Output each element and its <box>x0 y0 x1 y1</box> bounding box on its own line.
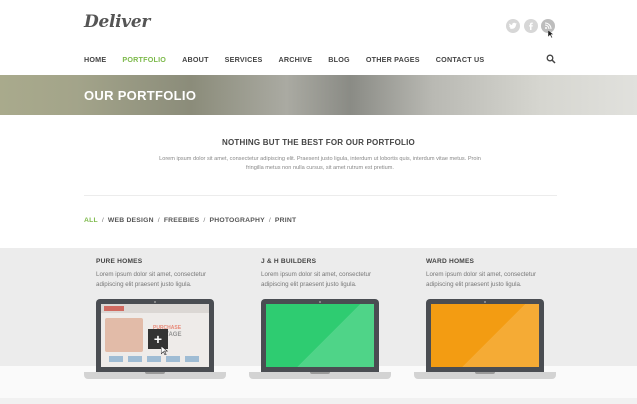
portfolio-item-description: Lorem ipsum dolor sit amet, consectetur … <box>426 271 537 288</box>
page-bottom-border <box>0 398 637 404</box>
facebook-icon[interactable] <box>524 19 538 33</box>
website-preview-screen[interactable]: PURCHASE VANTAGE + <box>101 304 209 367</box>
mouse-cursor-icon <box>548 30 554 38</box>
portfolio-item-title[interactable]: J & H BUILDERS <box>261 258 406 265</box>
portfolio-item-jh-builders[interactable]: J & H BUILDERS Lorem ipsum dolor sit ame… <box>261 258 406 290</box>
laptop-camera <box>154 301 156 303</box>
laptop-notch <box>145 372 165 374</box>
filter-separator: / <box>203 217 206 224</box>
laptop-notch <box>310 372 330 374</box>
filter-photography[interactable]: PHOTOGRAPHY <box>210 217 265 224</box>
filter-print[interactable]: PRINT <box>275 217 296 224</box>
laptop-lid <box>426 299 544 372</box>
nav-item-contact-us[interactable]: CONTACT US <box>436 55 485 64</box>
portfolio-item-title[interactable]: PURE HOMES <box>96 258 241 265</box>
page-title: OUR PORTFOLIO <box>84 88 197 103</box>
nav-item-services[interactable]: SERVICES <box>225 55 263 64</box>
main-nav: HOME PORTFOLIO ABOUT SERVICES ARCHIVE BL… <box>84 55 500 64</box>
portfolio-filters: ALL / WEB DESIGN / FREEBIES / PHOTOGRAPH… <box>84 217 296 224</box>
portfolio-item-title[interactable]: WARD HOMES <box>426 258 571 265</box>
filter-web-design[interactable]: WEB DESIGN <box>108 217 154 224</box>
nav-item-home[interactable]: HOME <box>84 55 106 64</box>
orange-screen[interactable] <box>431 304 539 367</box>
laptop-camera <box>319 301 321 303</box>
nav-item-portfolio[interactable]: PORTFOLIO <box>122 55 166 64</box>
filter-freebies[interactable]: FREEBIES <box>164 217 200 224</box>
twitter-icon[interactable] <box>506 19 520 33</box>
filter-separator: / <box>157 217 160 224</box>
portfolio-item-ward-homes[interactable]: WARD HOMES Lorem ipsum dolor sit amet, c… <box>426 258 571 290</box>
filter-separator: / <box>268 217 271 224</box>
section-divider <box>84 195 557 196</box>
laptop-lid <box>261 299 379 372</box>
laptop-mockup[interactable] <box>249 299 391 381</box>
site-header: Deliver HOME PORTFOLIO ABOUT SERVICES AR… <box>0 0 637 75</box>
filter-all[interactable]: ALL <box>84 217 98 224</box>
nav-item-other-pages[interactable]: OTHER PAGES <box>366 55 420 64</box>
site-logo[interactable]: Deliver <box>84 12 150 32</box>
intro-text: Lorem ipsum dolor sit amet, consectetur … <box>159 156 481 171</box>
laptop-notch <box>475 372 495 374</box>
search-icon[interactable] <box>546 54 556 64</box>
laptop-lid: PURCHASE VANTAGE + <box>96 299 214 372</box>
laptop-mockup[interactable] <box>414 299 556 381</box>
green-screen[interactable] <box>266 304 374 367</box>
hand-cursor-icon <box>161 346 168 355</box>
nav-item-about[interactable]: ABOUT <box>182 55 209 64</box>
portfolio-item-description: Lorem ipsum dolor sit amet, consectetur … <box>261 271 372 288</box>
portfolio-item-pure-homes[interactable]: PURE HOMES Lorem ipsum dolor sit amet, c… <box>96 258 241 290</box>
intro-heading: NOTHING BUT THE BEST FOR OUR PORTFOLIO <box>222 138 415 147</box>
laptop-mockup[interactable]: PURCHASE VANTAGE + <box>84 299 226 381</box>
nav-item-archive[interactable]: ARCHIVE <box>279 55 313 64</box>
laptop-camera <box>484 301 486 303</box>
nav-item-blog[interactable]: BLOG <box>328 55 350 64</box>
page-banner: OUR PORTFOLIO <box>0 75 637 115</box>
filter-separator: / <box>101 217 104 224</box>
portfolio-item-description: Lorem ipsum dolor sit amet, consectetur … <box>96 271 207 288</box>
